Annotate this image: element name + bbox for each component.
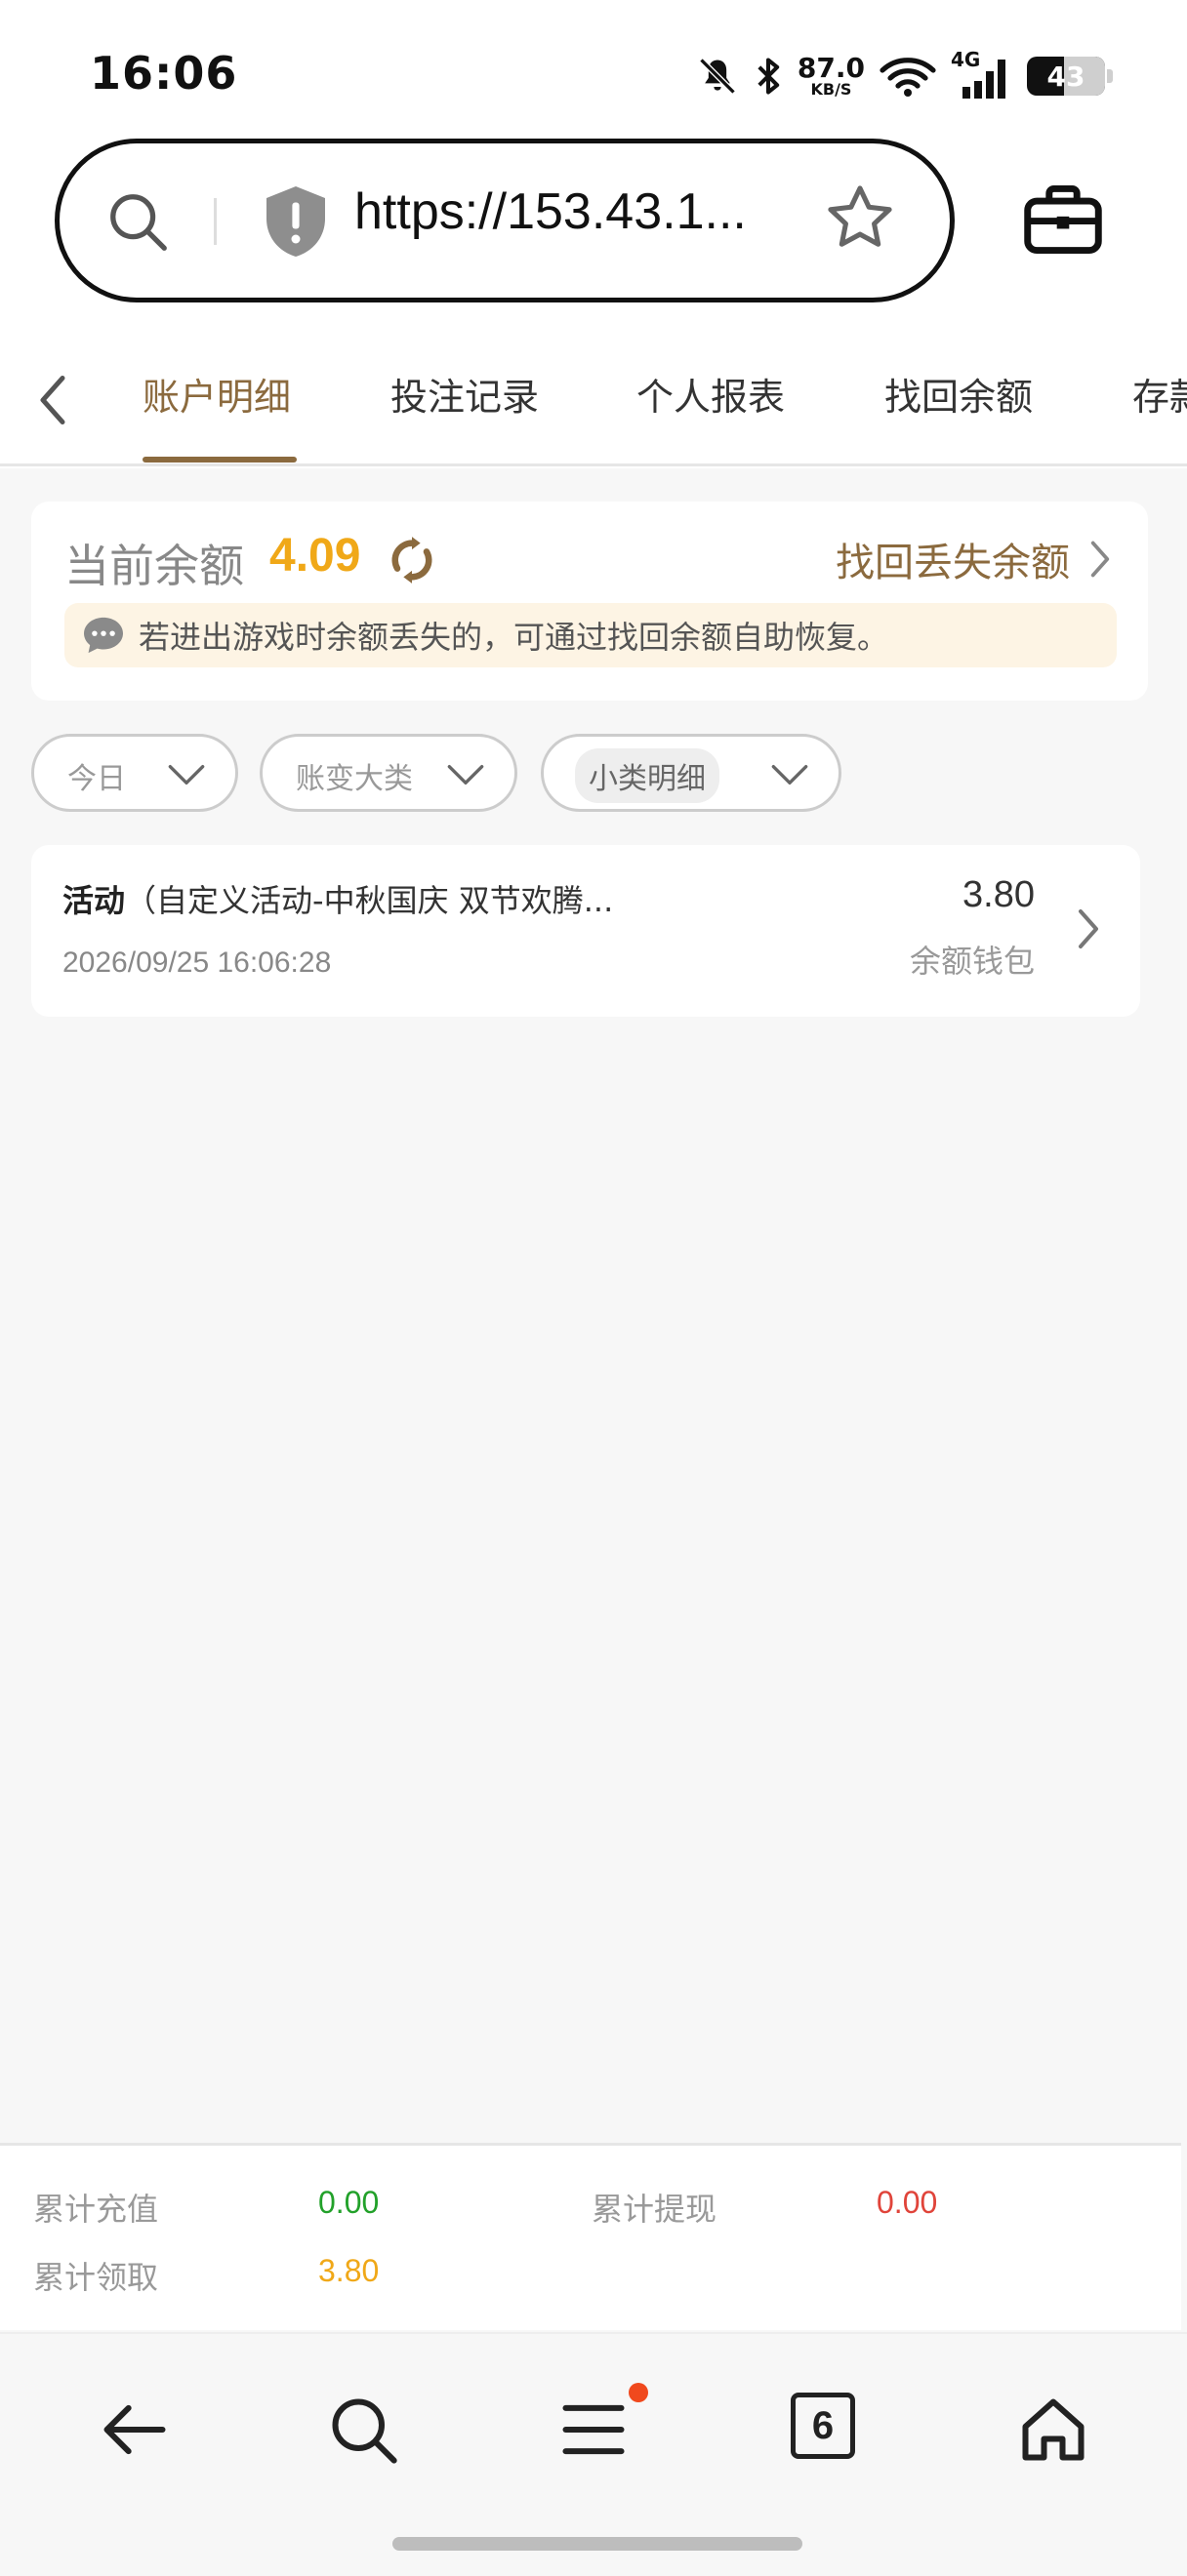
record-title: 活动（自定义活动-中秋国庆 双节欢腾... — [62, 876, 613, 921]
url-text[interactable]: https://153.43.1... — [354, 182, 747, 241]
chevron-left-icon[interactable] — [33, 371, 72, 429]
chevron-down-icon — [771, 765, 808, 785]
chevron-down-icon — [168, 765, 205, 785]
battery-icon: 43 — [1027, 57, 1113, 96]
record-date: 2026/09/25 16:06:28 — [62, 946, 332, 979]
chevron-down-icon — [447, 765, 484, 785]
tab-recover-balance[interactable]: 找回余额 — [884, 367, 1033, 421]
tab-account-details[interactable]: 账户明细 — [143, 367, 291, 421]
record-item[interactable]: 活动（自定义活动-中秋国庆 双节欢腾... 2026/09/25 16:06:2… — [31, 845, 1140, 1017]
recharge-total-value: 0.00 — [318, 2185, 380, 2220]
tab-bet-records[interactable]: 投注记录 — [390, 367, 539, 421]
cell-signal: 4G — [951, 48, 1013, 101]
recover-lost-balance-link[interactable]: 找回丢失余额 — [836, 531, 1113, 587]
tab-deposit[interactable]: 存款 — [1132, 367, 1187, 421]
filter-date-label: 今日 — [67, 762, 126, 796]
record-amount: 3.80 — [962, 874, 1035, 915]
chevron-right-icon — [1079, 909, 1098, 948]
net-speed: 87.0 KB/S — [798, 55, 865, 98]
balance-card: 当前余额 4.09 找回丢失余额 若进出游戏时余额丢失的，可通过找回余额自助恢复… — [31, 502, 1148, 701]
notification-dot — [629, 2383, 648, 2402]
chat-bubble-icon — [84, 617, 123, 654]
status-time: 16:06 — [90, 47, 238, 100]
address-divider — [214, 198, 217, 245]
notice-text: 若进出游戏时余额丢失的，可通过找回余额自助恢复。 — [139, 619, 889, 656]
filter-date[interactable]: 今日 — [31, 734, 238, 812]
balance-label: 当前余额 — [64, 540, 244, 592]
recover-link-label: 找回丢失余额 — [836, 541, 1070, 585]
record-wallet: 余额钱包 — [909, 943, 1035, 980]
wifi-icon — [880, 58, 936, 97]
status-bar: 16:06 87.0 KB/S 4G 43 — [0, 0, 1187, 146]
recharge-total-label: 累计充值 — [33, 2191, 159, 2228]
chevron-right-icon — [1090, 541, 1110, 578]
shield-icon[interactable] — [261, 182, 331, 261]
star-icon[interactable] — [823, 181, 897, 255]
refresh-icon[interactable] — [387, 535, 437, 585]
battery-level: 43 — [1046, 60, 1085, 93]
toolbox-icon[interactable] — [1023, 181, 1103, 258]
summary-panel: 累计充值 0.00 累计提现 0.00 累计领取 3.80 — [0, 2143, 1181, 2330]
signal-icon — [962, 60, 1005, 99]
net-speed-unit: KB/S — [810, 80, 852, 99]
filter-subcategory[interactable]: 小类明细 — [541, 734, 841, 812]
search-icon[interactable] — [104, 188, 173, 257]
home-indicator[interactable] — [392, 2537, 802, 2551]
status-icons: 87.0 KB/S 4G 43 — [696, 48, 1113, 103]
net-speed-value: 87.0 — [797, 52, 865, 84]
active-tab-indicator — [143, 457, 297, 463]
balance-value: 4.09 — [269, 530, 361, 582]
tab-personal-report[interactable]: 个人报表 — [636, 367, 785, 421]
record-desc: （自定义活动-中秋国庆 双节欢腾... — [125, 882, 614, 919]
tab-bar: 账户明细 投注记录 个人报表 找回余额 存款 — [0, 342, 1187, 466]
balance-notice: 若进出游戏时余额丢失的，可通过找回余额自助恢复。 — [64, 603, 1117, 667]
home-icon[interactable] — [1015, 2393, 1091, 2467]
record-type: 活动 — [62, 882, 126, 919]
claim-total-value: 3.80 — [318, 2253, 380, 2288]
filter-category-label: 账变大类 — [296, 762, 413, 796]
bell-muted-icon — [699, 58, 736, 95]
claim-total-label: 累计领取 — [33, 2259, 159, 2296]
tabs-count-button[interactable]: 6 — [791, 2393, 855, 2459]
withdraw-total-label: 累计提现 — [592, 2191, 717, 2228]
menu-icon[interactable] — [556, 2393, 631, 2467]
filter-subcategory-label: 小类明细 — [575, 748, 719, 803]
bluetooth-icon — [757, 58, 780, 95]
withdraw-total-value: 0.00 — [877, 2185, 938, 2220]
filter-category[interactable]: 账变大类 — [260, 734, 517, 812]
back-arrow-icon[interactable] — [98, 2393, 172, 2467]
address-bar[interactable]: https://153.43.1... — [55, 139, 955, 302]
search-icon[interactable] — [326, 2393, 400, 2467]
